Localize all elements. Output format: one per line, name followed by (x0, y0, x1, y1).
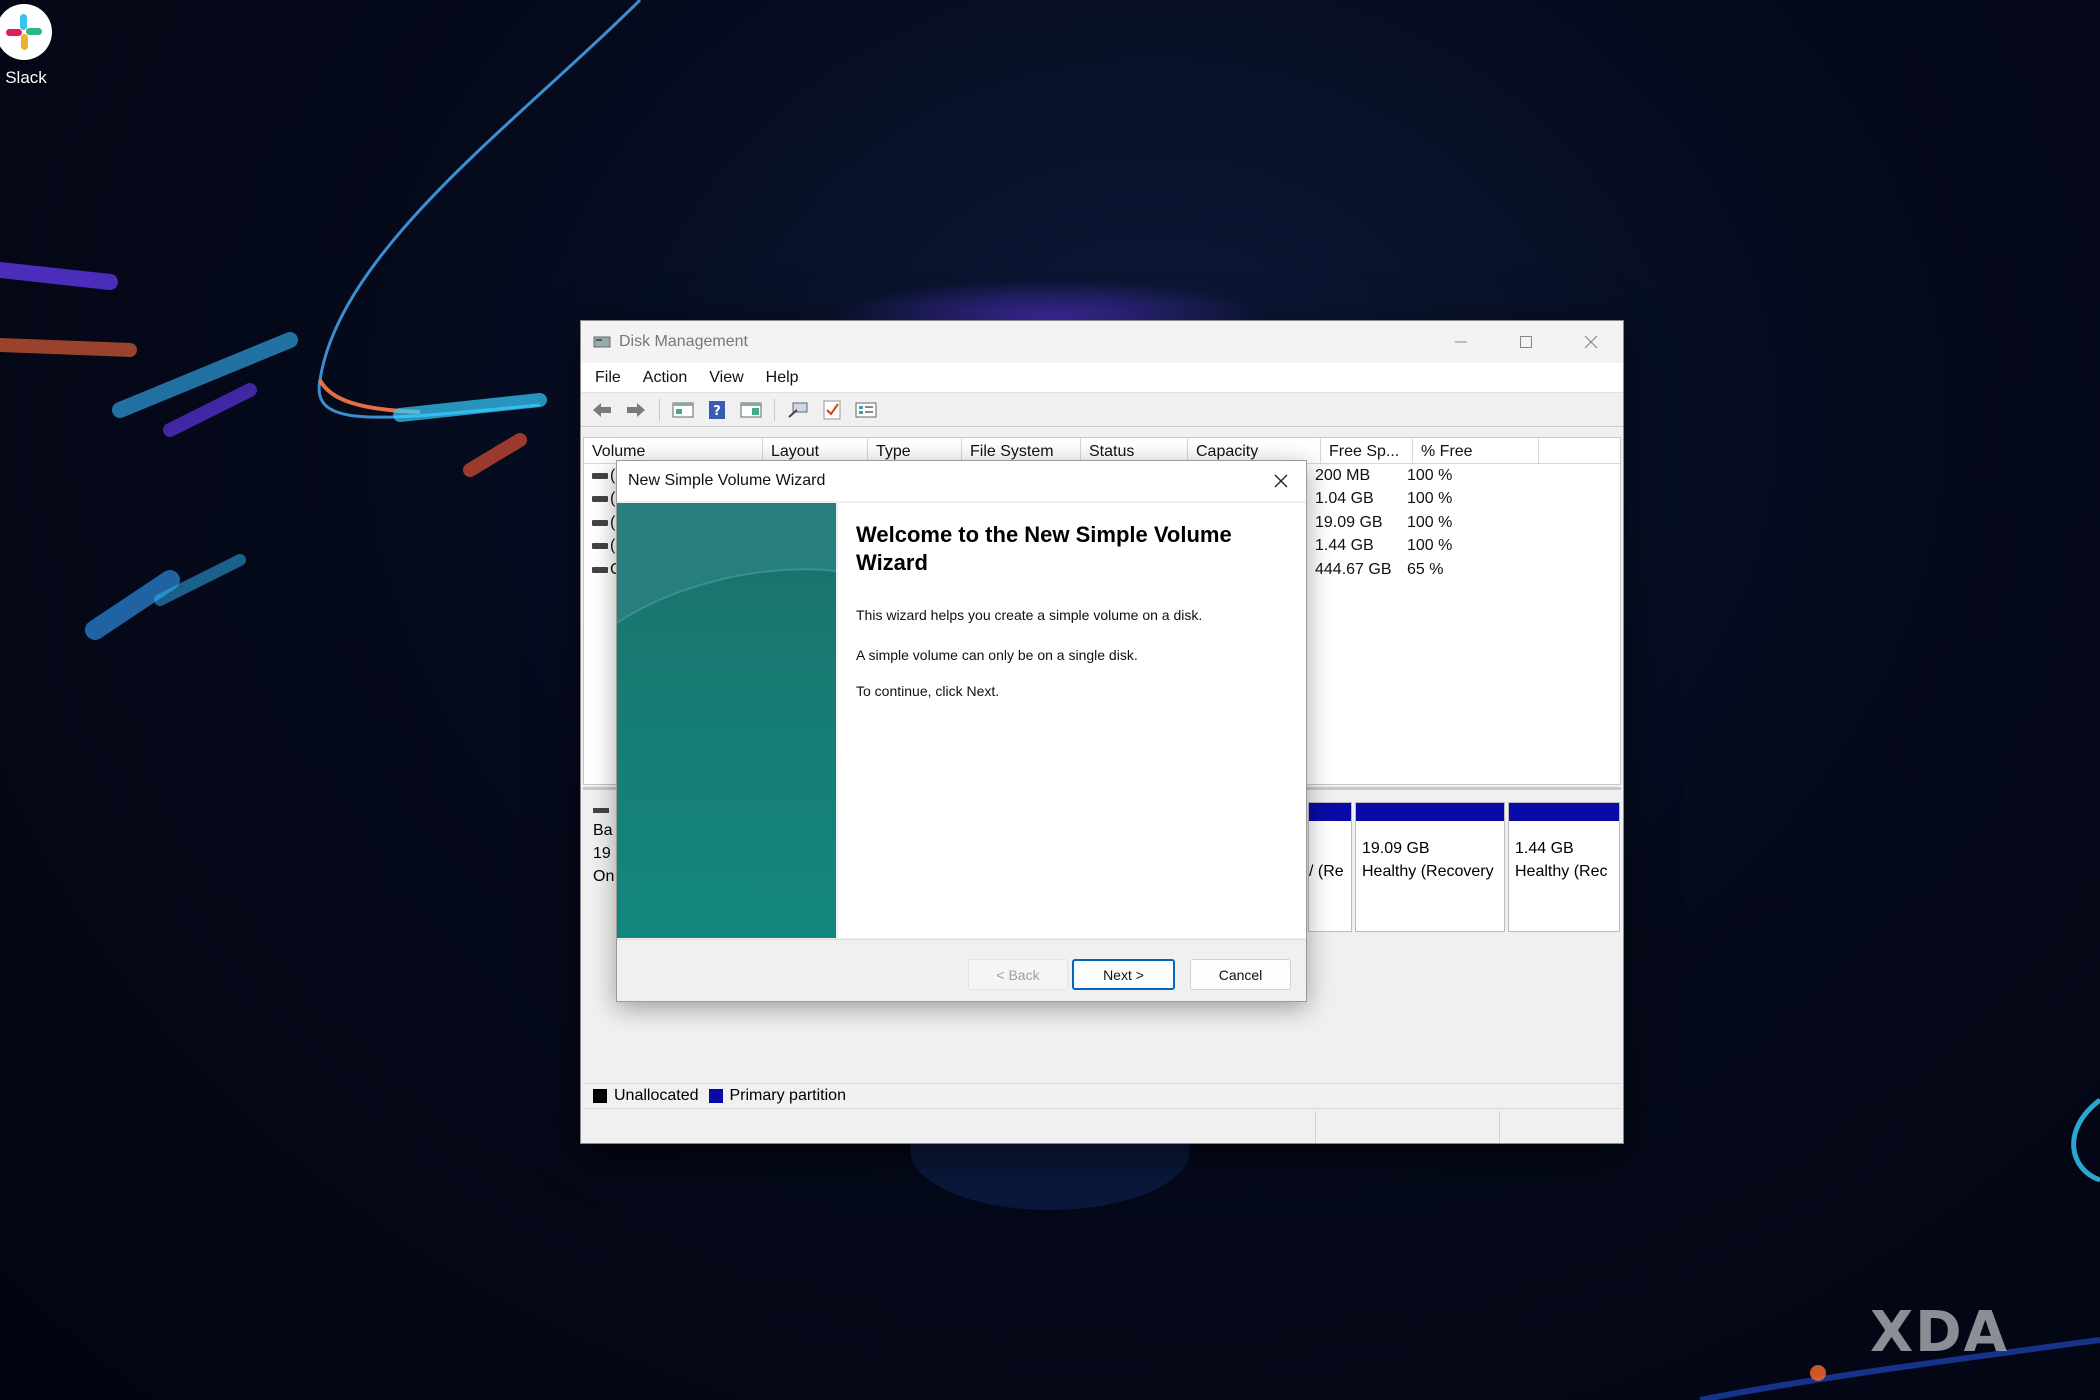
status-segment (581, 1111, 1316, 1143)
volume-icon (592, 472, 608, 479)
help-button[interactable]: ? (704, 397, 730, 423)
toolbar: ? (581, 393, 1623, 427)
legend-swatch-unallocated (593, 1089, 607, 1103)
svg-text:?: ? (713, 404, 721, 419)
menu-action[interactable]: Action (643, 369, 687, 387)
volume-percent-free: 100 % (1407, 466, 1453, 484)
legend: Unallocated Primary partition (583, 1083, 1621, 1109)
wizard-footer: < Back Next > Cancel (617, 939, 1306, 1001)
console-icon (740, 402, 762, 417)
wizard-heading: Welcome to the New Simple Volume Wizard (856, 522, 1232, 575)
volume-percent-free: 100 % (1407, 490, 1453, 508)
check-button[interactable] (819, 397, 845, 423)
slack-icon (0, 4, 52, 60)
maximize-button[interactable] (1493, 321, 1558, 363)
wizard-close-button[interactable] (1256, 461, 1306, 501)
window-titlebar[interactable]: Disk Management (581, 321, 1623, 363)
column-header-free-space[interactable]: Free Sp... (1321, 438, 1413, 463)
check-icon (823, 400, 841, 419)
toolbar-separator (659, 398, 660, 421)
minimize-icon (1454, 341, 1467, 343)
close-icon (1274, 474, 1288, 488)
volume-free-space: 444.67 GB (1315, 560, 1392, 578)
forward-button[interactable] (623, 397, 649, 423)
console-button[interactable] (738, 397, 764, 423)
toolbar-separator (774, 398, 775, 421)
status-bar (581, 1111, 1623, 1143)
window-title: Disk Management (619, 333, 748, 350)
connect-button[interactable] (785, 397, 811, 423)
show-list-button[interactable] (670, 397, 696, 423)
desktop-icon-label: Slack (5, 68, 47, 87)
partition-block[interactable]: 1.44 GB Healthy (Rec (1508, 802, 1620, 932)
legend-label-primary: Primary partition (729, 1087, 846, 1104)
next-button[interactable]: Next > (1072, 959, 1175, 990)
volume-percent-free: 100 % (1407, 513, 1453, 531)
back-arrow-icon (593, 402, 611, 417)
forward-arrow-icon (627, 402, 645, 417)
partition-size: 19.09 GB (1362, 840, 1430, 857)
volume-icon (592, 543, 608, 550)
wizard-banner-graphic (617, 503, 836, 624)
partition-size (1309, 837, 1351, 860)
partition-block[interactable]: / (Re (1308, 802, 1352, 932)
partition-bar (1509, 803, 1619, 821)
disk-icon (593, 808, 609, 813)
disk-list-icon (672, 402, 694, 417)
column-header-percent-free[interactable]: % Free (1413, 438, 1539, 463)
connect-icon (788, 402, 808, 418)
volume-free-space: 1.44 GB (1315, 537, 1374, 555)
volume-icon (592, 496, 608, 503)
wizard-title: New Simple Volume Wizard (628, 472, 826, 489)
volume-icon (592, 519, 608, 526)
xda-watermark: XDA (1870, 1300, 2009, 1365)
volume-percent-free: 100 % (1407, 537, 1453, 555)
help-icon: ? (709, 400, 725, 419)
desktop-icon-slack[interactable]: Slack (0, 0, 60, 88)
menu-bar: File Action View Help (581, 363, 1623, 393)
wizard-paragraph: This wizard helps you create a simple vo… (856, 607, 1203, 623)
wizard-side-banner (617, 503, 836, 938)
new-simple-volume-wizard: New Simple Volume Wizard Welcome to the … (616, 460, 1307, 1002)
partition-bar (1309, 803, 1351, 821)
partition-status: Healthy (Recovery (1362, 863, 1494, 880)
close-button[interactable] (1558, 321, 1623, 363)
status-segment (1500, 1111, 1620, 1143)
minimize-button[interactable] (1428, 321, 1493, 363)
volume-free-space: 200 MB (1315, 466, 1371, 484)
legend-swatch-primary (708, 1089, 723, 1103)
volume-free-space: 19.09 GB (1315, 513, 1383, 531)
partition-status: / (Re (1309, 863, 1344, 880)
wizard-paragraph: To continue, click Next. (856, 683, 1000, 699)
legend-label-unallocated: Unallocated (614, 1087, 699, 1104)
menu-file[interactable]: File (595, 369, 621, 387)
close-icon (1584, 335, 1597, 349)
properties-icon (855, 402, 877, 417)
menu-help[interactable]: Help (766, 369, 799, 387)
wizard-titlebar[interactable]: New Simple Volume Wizard (617, 461, 1306, 501)
properties-button[interactable] (853, 397, 879, 423)
volume-percent-free: 65 % (1407, 560, 1444, 578)
wizard-content: Welcome to the New Simple Volume Wizard … (838, 503, 1306, 938)
maximize-icon (1519, 336, 1532, 348)
wizard-paragraph: A simple volume can only be on a single … (856, 647, 1138, 663)
status-segment (1316, 1111, 1500, 1143)
cancel-button[interactable]: Cancel (1190, 959, 1291, 990)
partition-block[interactable]: 19.09 GB Healthy (Recovery (1355, 802, 1505, 932)
partition-status: Healthy (Rec (1515, 863, 1608, 880)
partition-bar (1356, 803, 1504, 821)
menu-view[interactable]: View (709, 369, 743, 387)
disk-management-icon (593, 336, 611, 348)
back-button[interactable]: < Back (968, 959, 1068, 990)
volume-free-space: 1.04 GB (1315, 490, 1374, 508)
partition-size: 1.44 GB (1515, 840, 1574, 857)
back-button[interactable] (589, 397, 615, 423)
volume-icon (592, 566, 608, 573)
